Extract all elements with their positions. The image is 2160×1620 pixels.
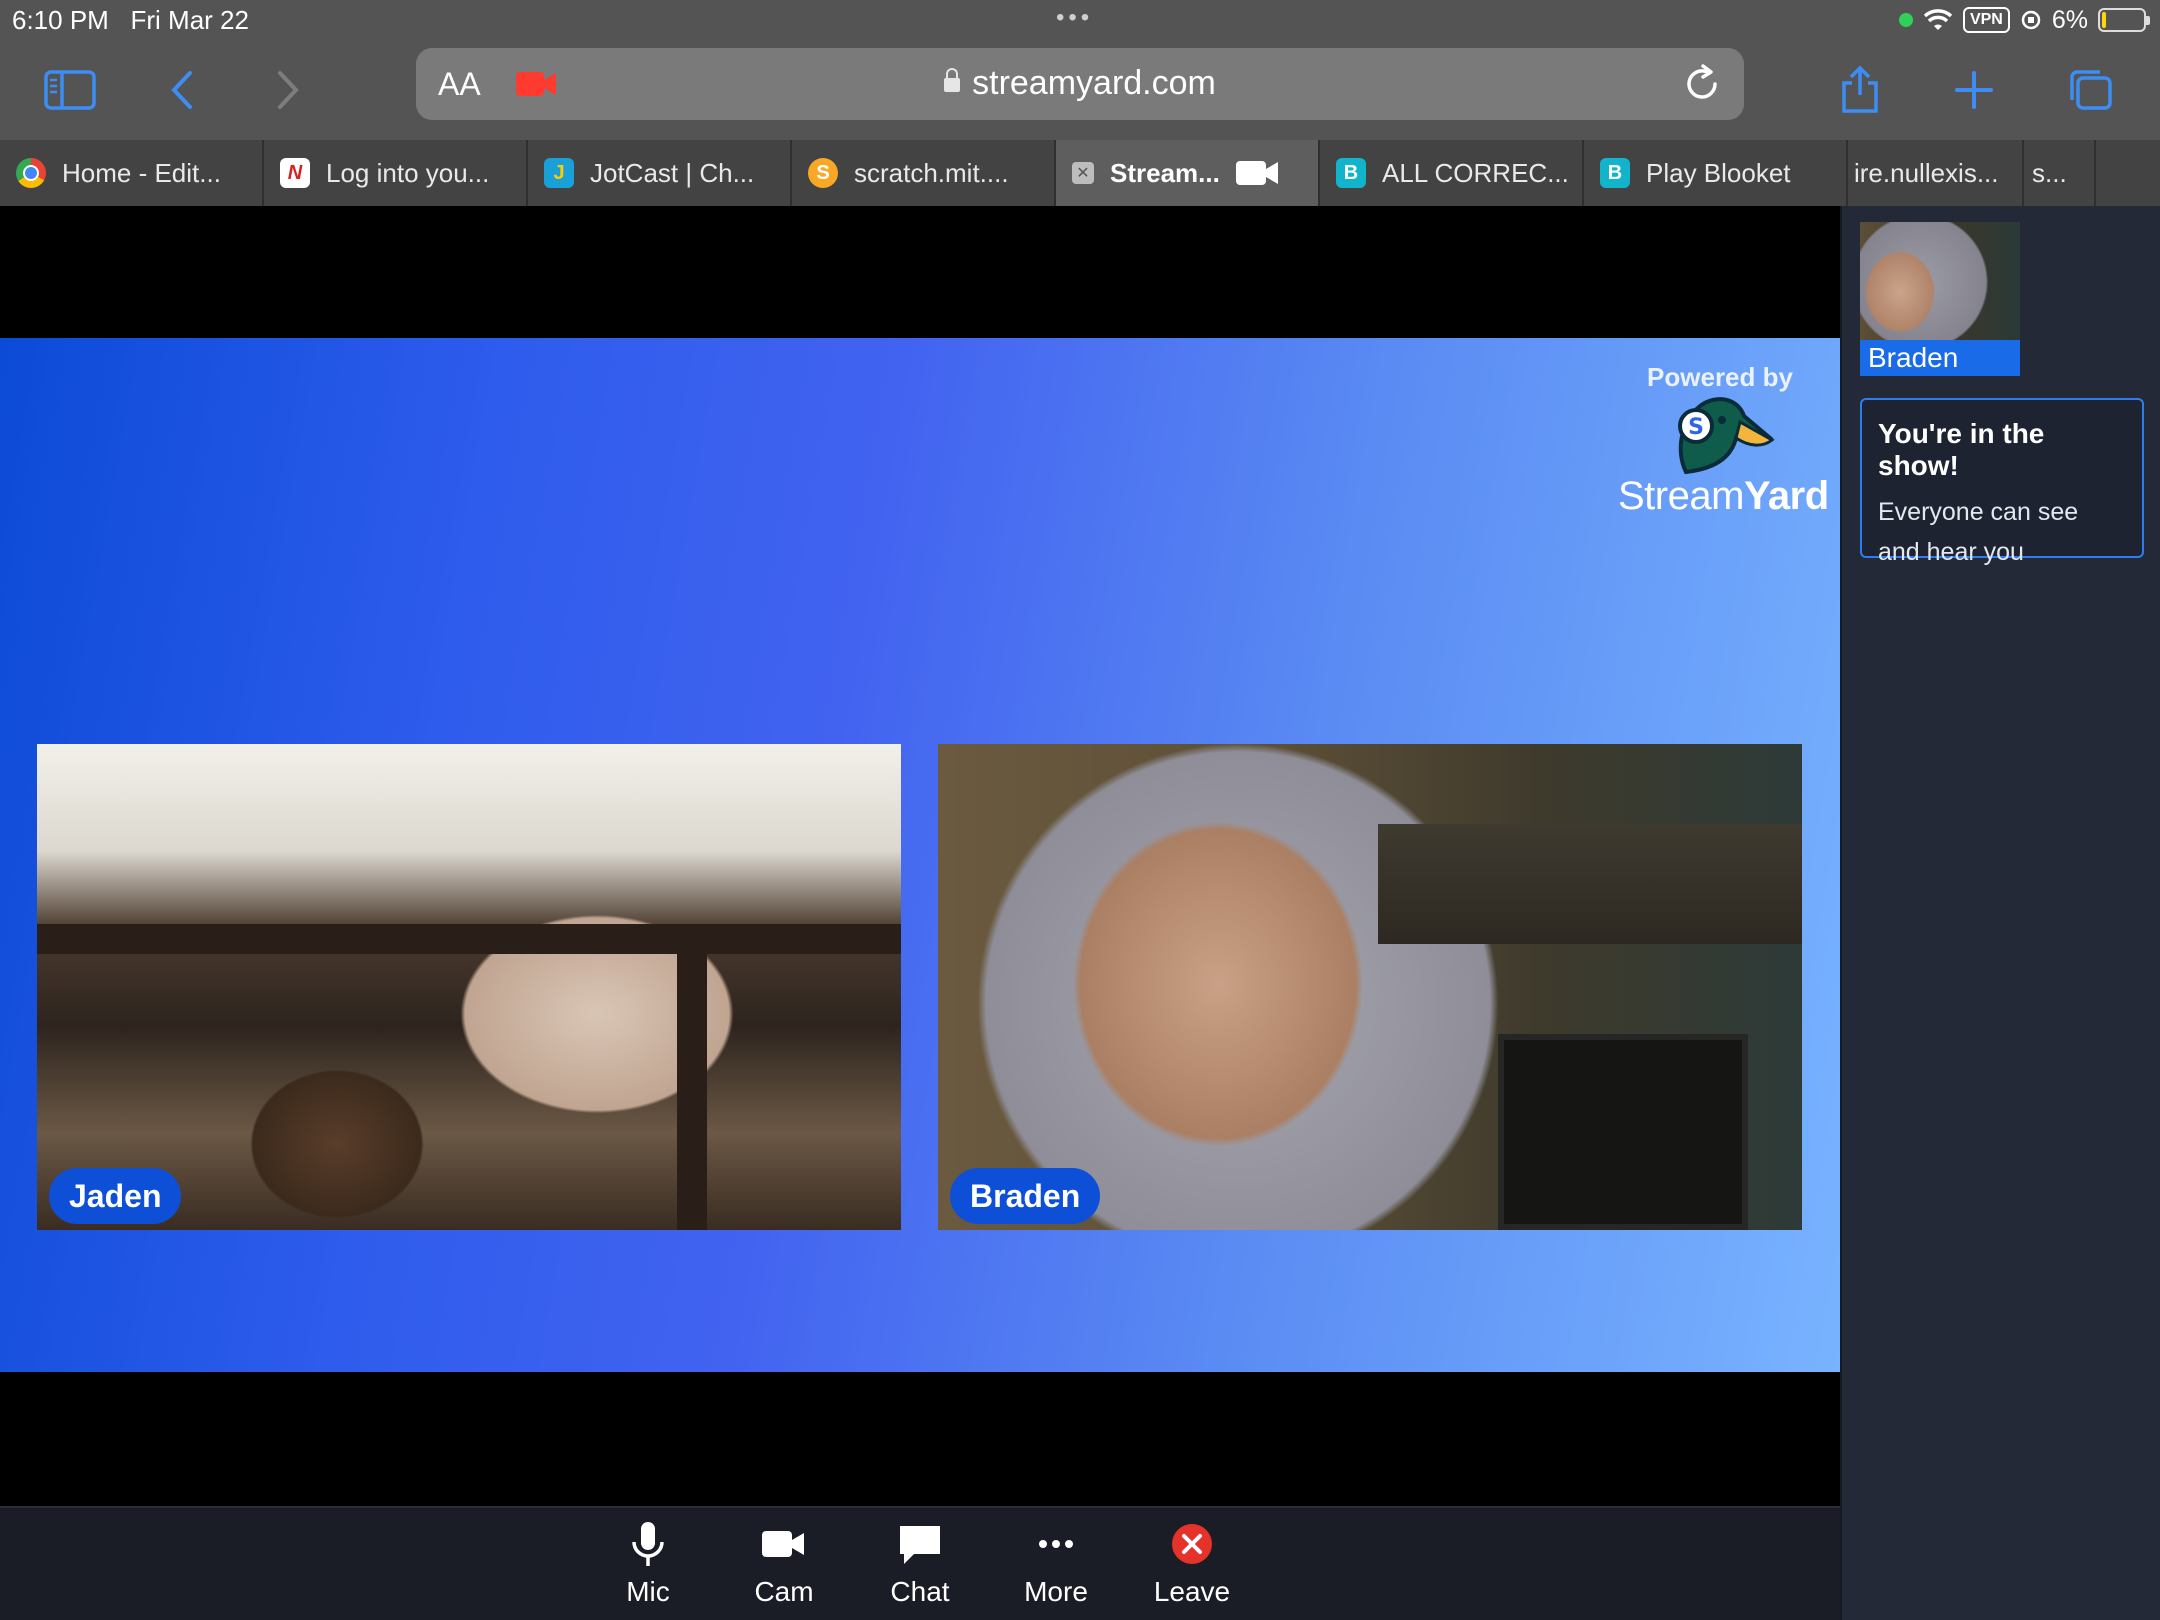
chrome-favicon-icon — [16, 158, 46, 188]
svg-text:S: S — [1688, 415, 1704, 440]
video-scene — [677, 944, 707, 1230]
tab-streamyard[interactable]: ✕ Stream... — [1056, 140, 1320, 206]
vpn-badge: VPN — [1962, 7, 2010, 33]
tab-label: Stream... — [1110, 157, 1220, 188]
status-bar: 6:10 PM Fri Mar 22 ••• VPN 6% — [0, 0, 2160, 40]
stage-canvas: Powered by S StreamYard Jaden Braden — [0, 338, 1840, 1372]
status-icons: VPN 6% — [1898, 4, 2150, 36]
wifi-icon — [1923, 9, 1953, 30]
tab-play-blooket[interactable]: B Play Blooket — [1584, 140, 1848, 206]
browser-toolbar: AA streamyard.com — [0, 40, 2160, 140]
sidebar-toggle-button[interactable] — [40, 60, 100, 120]
notice-title: You're in the show! — [1878, 418, 2045, 481]
participant-name-tag: Jaden — [49, 1168, 182, 1224]
battery-percent: 6% — [2051, 5, 2088, 34]
tab-bar: Home - Edit... N Log into you... J JotCa… — [0, 140, 2160, 206]
date: Fri Mar 22 — [130, 5, 249, 35]
orientation-lock-icon — [2021, 10, 2041, 30]
jotcast-favicon-icon: J — [544, 158, 574, 188]
wordmark-bold: Yard — [1743, 474, 1829, 518]
share-button[interactable] — [1830, 60, 1890, 120]
tab-label: ire.nullexis... — [1854, 157, 1999, 188]
url-label: streamyard.com — [972, 64, 1216, 102]
newsela-favicon-icon: N — [280, 158, 310, 188]
in-show-notice: You're in the show! Everyone can see and… — [1860, 398, 2144, 566]
plus-icon — [1955, 71, 1993, 109]
address-bar[interactable]: AA streamyard.com — [416, 48, 1744, 120]
blooket-favicon-icon: B — [1600, 158, 1630, 188]
tab-jotcast[interactable]: J JotCast | Ch... — [528, 140, 792, 206]
right-sidebar: Braden You're in the show! Everyone can … — [1840, 206, 2160, 1620]
tab-home-edit[interactable]: Home - Edit... — [0, 140, 264, 206]
leave-label: Leave — [1153, 1576, 1231, 1607]
camera-active-icon — [1235, 161, 1278, 185]
url-text[interactable]: streamyard.com — [416, 64, 1744, 103]
chat-button[interactable]: Chat — [860, 1518, 980, 1608]
chat-label: Chat — [890, 1576, 950, 1607]
chat-icon — [900, 1526, 940, 1564]
tab-label: Play Blooket — [1646, 157, 1791, 188]
participant-name-tag: Braden — [950, 1168, 1101, 1224]
call-controls: Mic Cam Chat More Leave — [0, 1506, 1840, 1620]
sidebar-icon — [44, 70, 96, 110]
participant-video-braden[interactable]: Braden — [938, 744, 1802, 1230]
more-label: More — [1024, 1576, 1088, 1607]
tab-label: Home - Edit... — [62, 157, 221, 188]
camera-in-use-indicator-icon — [1898, 13, 1913, 27]
close-tab-icon[interactable]: ✕ — [1072, 162, 1094, 184]
wordmark-light: Stream — [1618, 474, 1744, 518]
tab-all-correct[interactable]: B ALL CORREC... — [1320, 140, 1584, 206]
tab-log-into[interactable]: N Log into you... — [264, 140, 528, 206]
tab-nullexis[interactable]: ire.nullexis... — [1848, 140, 2024, 206]
video-scene — [1498, 1034, 1748, 1230]
tabs-icon — [2070, 70, 2112, 110]
camera-icon — [762, 1531, 804, 1557]
leave-button[interactable]: Leave — [1132, 1518, 1252, 1608]
tab-label: scratch.mit.... — [854, 157, 1009, 188]
battery-icon — [2098, 8, 2150, 32]
tab-overview-button[interactable] — [2060, 60, 2120, 120]
tab-label: JotCast | Ch... — [590, 157, 755, 188]
participant-video-jaden[interactable]: Jaden — [37, 744, 901, 1230]
powered-by-label: Powered by — [1647, 362, 1793, 392]
tab-label: ALL CORREC... — [1382, 157, 1569, 188]
cam-button[interactable]: Cam — [724, 1518, 844, 1608]
tab-overflow[interactable]: s... — [2024, 140, 2096, 206]
tab-label: s... — [2032, 157, 2067, 188]
video-scene — [1378, 824, 1802, 944]
reload-icon[interactable] — [1682, 64, 1722, 104]
notice-body: Everyone can see and hear you — [1878, 498, 2079, 566]
multitasking-dots-icon[interactable]: ••• — [1056, 4, 1093, 32]
tab-label: Log into you... — [326, 157, 490, 188]
more-icon — [1039, 1540, 1073, 1548]
status-time: 6:10 PM Fri Mar 22 — [12, 5, 249, 36]
new-tab-button[interactable] — [1944, 60, 2004, 120]
mic-label: Mic — [626, 1576, 670, 1607]
back-button[interactable] — [152, 60, 212, 120]
scratch-favicon-icon: S — [808, 158, 838, 188]
blooket-favicon-icon: B — [1336, 158, 1366, 188]
forward-button[interactable] — [258, 60, 318, 120]
lock-icon — [944, 68, 961, 92]
video-scene — [37, 924, 901, 954]
share-icon — [1842, 65, 1878, 113]
microphone-icon — [632, 1522, 664, 1566]
self-preview-video[interactable] — [1860, 222, 2020, 340]
chevron-left-icon — [171, 71, 192, 109]
clock: 6:10 PM — [12, 5, 109, 35]
self-preview-name: Braden — [1860, 340, 2020, 376]
chevron-right-icon — [278, 71, 299, 109]
more-button[interactable]: More — [996, 1518, 1116, 1608]
broadcast-area: Powered by S StreamYard Jaden Braden — [0, 206, 1840, 1506]
streamyard-wordmark: StreamYard — [1618, 474, 1829, 519]
cam-label: Cam — [754, 1576, 814, 1607]
tab-scratch[interactable]: S scratch.mit.... — [792, 140, 1056, 206]
streamyard-duck-logo-icon: S — [1678, 397, 1775, 475]
mic-button[interactable]: Mic — [588, 1518, 708, 1608]
leave-icon — [1172, 1524, 1212, 1564]
